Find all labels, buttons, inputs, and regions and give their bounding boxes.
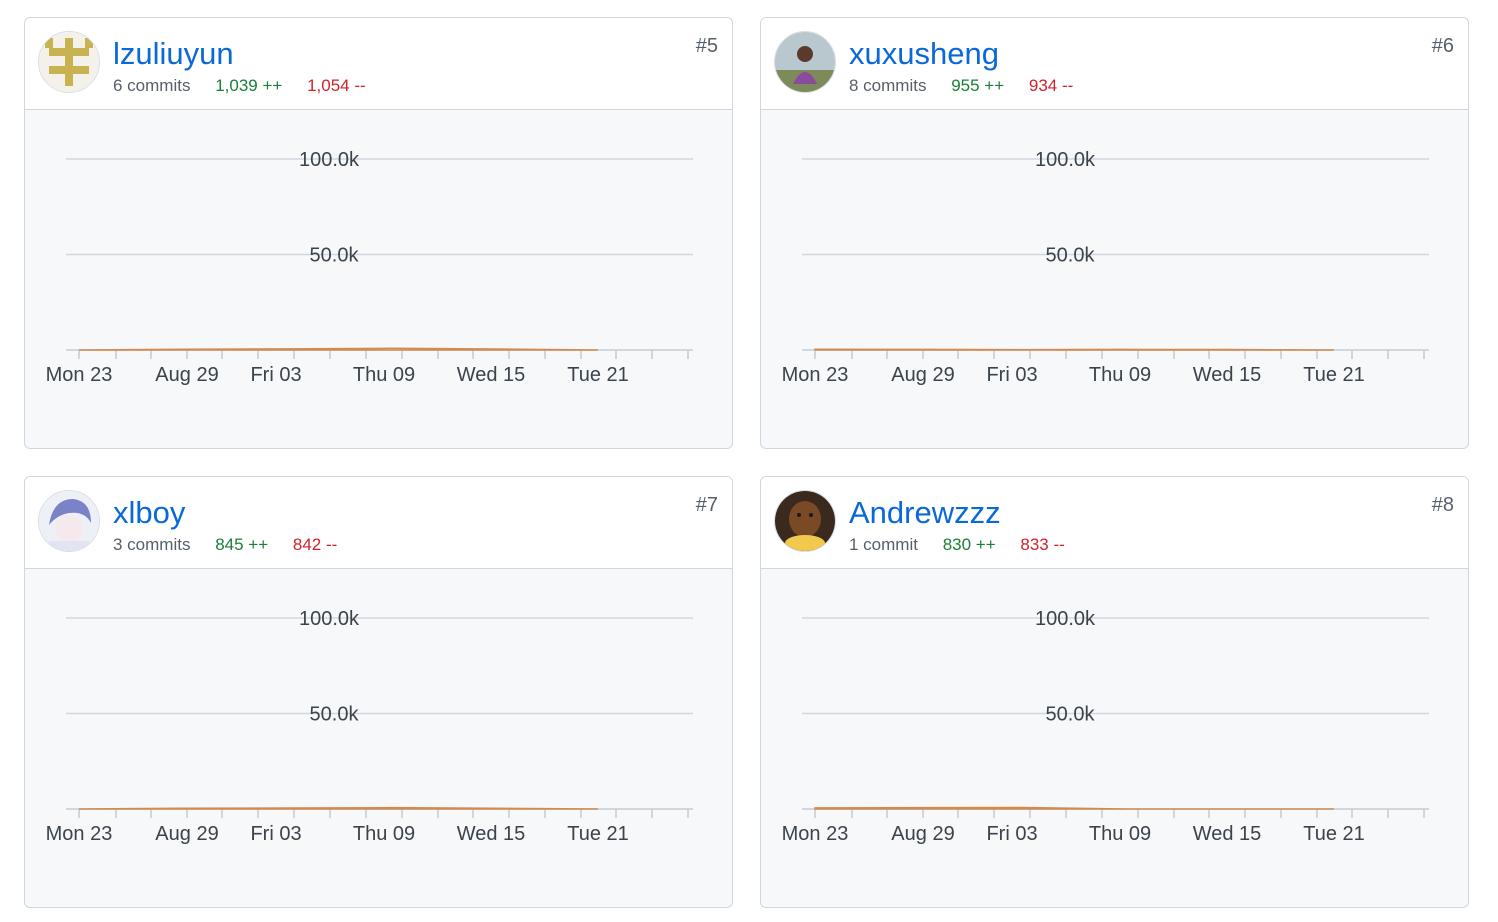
contributor-card: lzuliuyun 6 commits 1,039 ++ 1,054 -- #5… (24, 17, 733, 449)
x-tick-label: Thu 09 (353, 364, 415, 386)
deletions-count: 1,054 -- (307, 76, 366, 95)
x-tick-label: Tue 21 (1303, 364, 1365, 386)
commits-area-series (78, 347, 599, 351)
x-tick-label: Aug 29 (155, 364, 218, 386)
y-tick-label: 50.0k (1046, 245, 1096, 267)
contribution-chart: 100.0k 50.0k Mon 23 Aug 29 Fri 03 Thu 09 Wed 1… (46, 608, 693, 845)
username-link[interactable]: xuxusheng (849, 35, 999, 73)
bear-photo-avatar-icon[interactable] (774, 490, 836, 552)
y-tick-label: 100.0k (1035, 149, 1096, 171)
x-tick-label: Thu 09 (1089, 823, 1151, 845)
username-link[interactable]: Andrewzzz (849, 494, 1001, 532)
username-link[interactable]: xlboy (113, 494, 185, 532)
x-tick-label: Fri 03 (986, 364, 1037, 386)
additions-count: 1,039 ++ (215, 76, 283, 95)
commits-area-series (78, 806, 599, 810)
deletions-count: 833 -- (1020, 535, 1065, 554)
rank-label: #5 (695, 35, 718, 57)
card-header: Andrewzzz 1 commit 830 ++ 833 -- #8 (761, 477, 1468, 569)
rank-label: #6 (1431, 35, 1454, 57)
x-tick-label: Thu 09 (1089, 364, 1151, 386)
stats-line: 3 commits 845 ++ 842 -- (113, 534, 337, 556)
y-tick-label: 100.0k (1035, 608, 1096, 630)
y-tick-label: 50.0k (310, 245, 360, 267)
contributor-card: Andrewzzz 1 commit 830 ++ 833 -- #8 100.… (760, 476, 1469, 908)
stats-line: 1 commit 830 ++ 833 -- (849, 534, 1065, 556)
commits-area-series (814, 806, 1334, 810)
card-header: xlboy 3 commits 845 ++ 842 -- #7 (25, 477, 732, 569)
username-link[interactable]: lzuliuyun (113, 35, 234, 73)
person-photo-avatar-icon[interactable] (774, 31, 836, 93)
x-tick-label: Tue 21 (567, 823, 629, 845)
x-tick-label: Fri 03 (986, 823, 1037, 845)
x-tick-label: Aug 29 (155, 823, 218, 845)
additions-count: 845 ++ (215, 535, 269, 554)
additions-count: 955 ++ (951, 76, 1005, 95)
y-tick-label: 100.0k (299, 608, 360, 630)
x-tick-label: Mon 23 (782, 823, 849, 845)
contribution-chart: 100.0k 50.0k Mon 23 Aug 29 Fri 03 Thu 09 Wed 1… (46, 149, 693, 386)
contributor-card: xuxusheng 8 commits 955 ++ 934 -- #6 100… (760, 17, 1469, 449)
x-tick-label: Mon 23 (46, 823, 113, 845)
commits-count-link[interactable]: 3 commits (113, 535, 190, 554)
rank-label: #8 (1431, 494, 1454, 516)
yellow-cross-avatar-icon[interactable] (38, 31, 100, 93)
additions-count: 830 ++ (942, 535, 996, 554)
deletions-count: 934 -- (1028, 76, 1074, 95)
x-tick-label: Thu 09 (353, 823, 415, 845)
stats-line: 8 commits 955 ++ 934 -- (849, 75, 1073, 97)
card-header: lzuliuyun 6 commits 1,039 ++ 1,054 -- #5 (25, 18, 732, 110)
y-tick-label: 50.0k (310, 704, 360, 726)
commits-count-link[interactable]: 6 commits (113, 76, 190, 95)
card-header: xuxusheng 8 commits 955 ++ 934 -- #6 (761, 18, 1468, 110)
x-tick-label: Wed 15 (1193, 823, 1262, 845)
y-tick-label: 100.0k (299, 149, 360, 171)
contribution-chart: 100.0k 50.0k Mon 23 Aug 29 Fri 03 Thu 09 Wed 1… (782, 608, 1429, 845)
contributor-card: xlboy 3 commits 845 ++ 842 -- #7 100.0k 5… (24, 476, 733, 908)
x-tick-label: Fri 03 (250, 364, 301, 386)
x-tick-label: Tue 21 (1303, 823, 1365, 845)
x-tick-label: Mon 23 (46, 364, 113, 386)
commits-area-series (814, 348, 1335, 351)
commits-count-link[interactable]: 8 commits (849, 76, 926, 95)
rank-label: #7 (695, 494, 718, 516)
stats-line: 6 commits 1,039 ++ 1,054 -- (113, 75, 366, 97)
y-tick-label: 50.0k (1046, 704, 1096, 726)
commits-count-link[interactable]: 1 commit (849, 535, 918, 554)
x-tick-label: Wed 15 (457, 823, 526, 845)
x-tick-label: Fri 03 (250, 823, 301, 845)
contribution-chart: 100.0k 50.0k Mon 23 Aug 29 Fri 03 Thu 09 Wed 1… (782, 149, 1429, 386)
x-tick-label: Tue 21 (567, 364, 629, 386)
deletions-count: 842 -- (292, 535, 338, 554)
x-tick-label: Wed 15 (1193, 364, 1262, 386)
x-tick-label: Aug 29 (891, 823, 954, 845)
x-tick-label: Mon 23 (782, 364, 849, 386)
anime-character-avatar-icon[interactable] (38, 490, 100, 552)
x-tick-label: Aug 29 (891, 364, 954, 386)
x-tick-label: Wed 15 (457, 364, 526, 386)
